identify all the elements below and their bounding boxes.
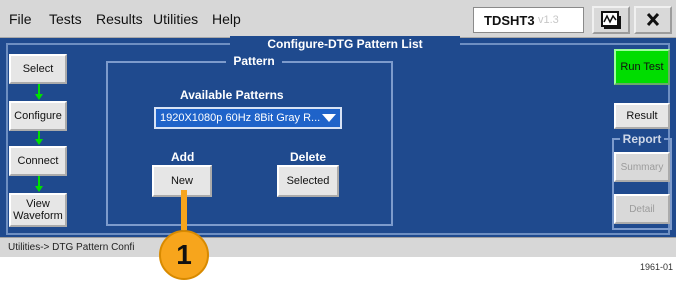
delete-selected-button[interactable]: Selected bbox=[277, 165, 339, 197]
menu-bar: File Tests Results Utilities Help TDSHT3… bbox=[0, 0, 676, 38]
panel-title: Configure-DTG Pattern List bbox=[230, 36, 460, 52]
arrow-down-icon bbox=[34, 84, 44, 101]
connect-button[interactable]: Connect bbox=[9, 146, 67, 176]
available-patterns-label: Available Patterns bbox=[180, 88, 284, 102]
arrow-down-icon bbox=[34, 131, 44, 146]
configure-button[interactable]: Configure bbox=[9, 101, 67, 131]
close-button[interactable] bbox=[634, 6, 672, 34]
pattern-dropdown[interactable]: 1920X1080p 60Hz 8Bit Gray R... bbox=[154, 107, 342, 129]
callout-pointer bbox=[181, 190, 187, 230]
menu-tests[interactable]: Tests bbox=[49, 11, 82, 27]
delete-label: Delete bbox=[290, 150, 327, 164]
app-version: v1.3 bbox=[538, 14, 559, 26]
menu-file[interactable]: File bbox=[9, 11, 32, 27]
pattern-group bbox=[106, 61, 393, 226]
pattern-group-label: Pattern bbox=[226, 54, 282, 68]
arrow-down-icon bbox=[34, 176, 44, 193]
summary-button[interactable]: Summary bbox=[614, 152, 670, 182]
result-button[interactable]: Result bbox=[614, 103, 670, 129]
select-button[interactable]: Select bbox=[9, 54, 67, 84]
waveform-button[interactable] bbox=[592, 6, 630, 34]
run-test-button[interactable]: Run Test bbox=[614, 49, 670, 85]
detail-button[interactable]: Detail bbox=[614, 194, 670, 224]
menu-results[interactable]: Results bbox=[96, 11, 143, 27]
report-group-label: Report bbox=[620, 132, 664, 146]
menu-utilities[interactable]: Utilities bbox=[153, 11, 198, 27]
status-text: Utilities-> DTG Pattern Confi bbox=[8, 242, 135, 253]
app-name-box: TDSHT3 v1.3 bbox=[473, 7, 584, 33]
app-name: TDSHT3 bbox=[484, 13, 535, 28]
pattern-dropdown-value: 1920X1080p 60Hz 8Bit Gray R... bbox=[160, 112, 321, 124]
view-waveform-button[interactable]: View Waveform bbox=[9, 193, 67, 227]
add-label: Add bbox=[171, 150, 195, 164]
callout-badge: 1 bbox=[159, 230, 209, 280]
menu-help[interactable]: Help bbox=[212, 11, 241, 27]
figure-id: 1961-01 bbox=[639, 262, 673, 272]
